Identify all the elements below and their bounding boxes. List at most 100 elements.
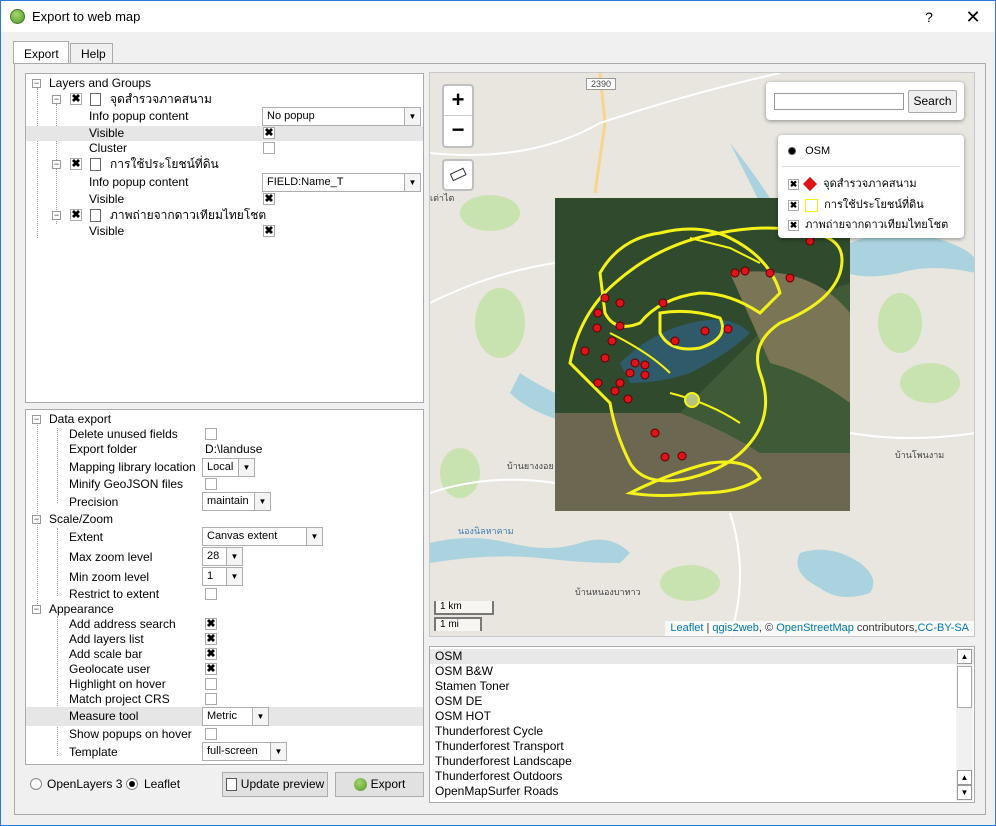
list-item[interactable]: Thunderforest Transport [430, 739, 974, 754]
overlay-option[interactable]: ✖ จุดสำรวจภาคสนาม [788, 174, 917, 192]
window-title: Export to web map [32, 9, 141, 24]
overlay-option[interactable]: ✖ ภาพถ่ายจากดาวเทียมไทยโชต [788, 215, 948, 233]
export-folder-value[interactable]: D:\landuse [205, 442, 262, 457]
layers-tree[interactable]: − Layers and Groups − ✖ จุดสำรวจภาคสนาม … [25, 73, 424, 403]
info-popup-combo[interactable]: FIELD:Name_T ▼ [262, 173, 421, 192]
highlight-checkbox[interactable] [205, 678, 217, 690]
delete-unused-fields-checkbox[interactable] [205, 428, 217, 440]
template-combo[interactable]: full-screen ▼ [202, 742, 287, 761]
measure-tool-combo[interactable]: Metric ▼ [202, 707, 269, 726]
extent-combo[interactable]: Canvas extent ▼ [202, 527, 323, 546]
appearance-header[interactable]: − Appearance [26, 602, 423, 617]
search-button[interactable]: Search [908, 90, 957, 113]
collapse-icon[interactable]: − [32, 79, 41, 88]
restrict-extent-checkbox[interactable] [205, 588, 217, 600]
setting-geolocate: Geolocate user ✖ [26, 662, 423, 677]
scroll-down-icon[interactable]: ▼ [957, 785, 972, 800]
info-popup-combo[interactable]: No popup ▼ [262, 107, 421, 126]
max-zoom-combo[interactable]: 28 ▼ [202, 547, 243, 566]
osm-link[interactable]: OpenStreetMap [776, 622, 854, 634]
basemap-list[interactable]: OSM OSM B&W Stamen Toner OSM DE OSM HOT … [429, 646, 975, 803]
layer-row-landuse[interactable]: − ✖ การใช้ประโยชน์ที่ดิน [26, 157, 423, 172]
list-item[interactable]: OSM [430, 649, 974, 664]
collapse-icon[interactable]: − [52, 95, 61, 104]
export-button[interactable]: Export [335, 772, 424, 797]
overlay-checkbox[interactable]: ✖ [788, 219, 799, 231]
scroll-up-icon[interactable]: ▲ [957, 770, 972, 785]
combo-value: full-screen [207, 745, 258, 757]
overlay-checkbox[interactable]: ✖ [788, 199, 799, 211]
visible-checkbox[interactable]: ✖ [263, 193, 275, 205]
collapse-icon[interactable]: − [52, 160, 61, 169]
layer-checkbox[interactable]: ✖ [70, 93, 82, 105]
data-export-header[interactable]: − Data export [26, 412, 423, 427]
zoom-out-button[interactable]: − [444, 116, 472, 146]
scroll-thumb[interactable] [957, 666, 972, 708]
radio-icon[interactable] [788, 147, 796, 156]
list-item[interactable]: Thunderforest Outdoors [430, 769, 974, 784]
mapping-library-combo[interactable]: Local ▼ [202, 458, 255, 477]
settings-tree[interactable]: − Data export Delete unused fields Expor… [25, 409, 424, 765]
setting-restrict-extent: Restrict to extent [26, 587, 423, 602]
min-zoom-combo[interactable]: 1 ▼ [202, 567, 243, 586]
measure-button[interactable] [442, 159, 474, 191]
setting-label: Measure tool [69, 709, 139, 723]
scale-zoom-header[interactable]: − Scale/Zoom [26, 512, 423, 527]
overlay-option[interactable]: ✖ การใช้ประโยชน์ที่ดิน [788, 195, 924, 213]
ruler-icon [449, 167, 467, 182]
setting-label: Precision [69, 495, 119, 509]
zoom-control: + − [442, 84, 474, 148]
list-item[interactable]: OSM HOT [430, 709, 974, 724]
tab-export[interactable]: Export [13, 41, 69, 64]
address-search-checkbox[interactable]: ✖ [205, 618, 217, 630]
chevron-down-icon: ▼ [252, 708, 268, 725]
leaflet-link[interactable]: Leaflet [670, 622, 703, 634]
address-search-input[interactable] [774, 93, 904, 110]
openlayers-radio[interactable] [30, 778, 42, 790]
prop-visible: Visible ✖ [26, 224, 423, 239]
layers-groups-header[interactable]: − Layers and Groups [26, 76, 423, 91]
precision-combo[interactable]: maintain ▼ [202, 492, 271, 511]
list-item[interactable]: Thunderforest Landscape [430, 754, 974, 769]
setting-label: Min zoom level [69, 570, 150, 584]
geolocate-checkbox[interactable]: ✖ [205, 663, 217, 675]
layer-row-survey-points[interactable]: − ✖ จุดสำรวจภาคสนาม [26, 92, 423, 107]
visible-checkbox[interactable]: ✖ [263, 127, 275, 139]
combo-value: maintain [207, 495, 249, 507]
qgis2web-link[interactable]: qgis2web [712, 622, 758, 634]
tab-help[interactable]: Help [70, 43, 113, 65]
close-button[interactable]: ✕ [960, 5, 986, 29]
cluster-checkbox[interactable] [263, 142, 275, 154]
layers-groups-label: Layers and Groups [49, 76, 152, 90]
license-link[interactable]: CC-BY-SA [917, 622, 969, 634]
layer-checkbox[interactable]: ✖ [70, 158, 82, 170]
match-crs-checkbox[interactable] [205, 693, 217, 705]
scroll-up-icon[interactable]: ▲ [957, 649, 972, 664]
collapse-icon[interactable]: − [52, 211, 61, 220]
map-preview[interactable]: 2390 เต่าไต บ้านยางงอย บ้านโพนงาม บ้านหน… [429, 72, 975, 637]
list-item[interactable]: Thunderforest Cycle [430, 724, 974, 739]
basemap-option[interactable]: OSM [788, 145, 830, 157]
layer-row-satellite[interactable]: − ✖ ภาพถ่ายจากดาวเทียมไทยโชต [26, 208, 423, 223]
scale-bar-checkbox[interactable]: ✖ [205, 648, 217, 660]
overlay-checkbox[interactable]: ✖ [788, 178, 799, 190]
list-scrollbar[interactable]: ▲ ▲ ▼ [956, 648, 973, 801]
popups-hover-checkbox[interactable] [205, 728, 217, 740]
list-item[interactable]: OSM DE [430, 694, 974, 709]
collapse-icon[interactable]: − [32, 515, 41, 524]
layer-checkbox[interactable]: ✖ [70, 209, 82, 221]
help-button[interactable]: ? [917, 7, 941, 27]
collapse-icon[interactable]: − [32, 605, 41, 614]
list-item[interactable]: OpenMapSurfer Roads [430, 784, 974, 799]
layers-list-checkbox[interactable]: ✖ [205, 633, 217, 645]
collapse-icon[interactable]: − [32, 415, 41, 424]
list-item[interactable]: OSM B&W [430, 664, 974, 679]
update-preview-button[interactable]: Update preview [222, 772, 328, 797]
leaflet-radio[interactable] [126, 778, 138, 790]
minify-geojson-checkbox[interactable] [205, 478, 217, 490]
list-item[interactable]: Stamen Toner [430, 679, 974, 694]
visible-checkbox[interactable]: ✖ [263, 225, 275, 237]
qgis-app-icon [10, 9, 25, 24]
zoom-in-button[interactable]: + [444, 86, 472, 116]
chevron-down-icon: ▼ [238, 459, 254, 476]
